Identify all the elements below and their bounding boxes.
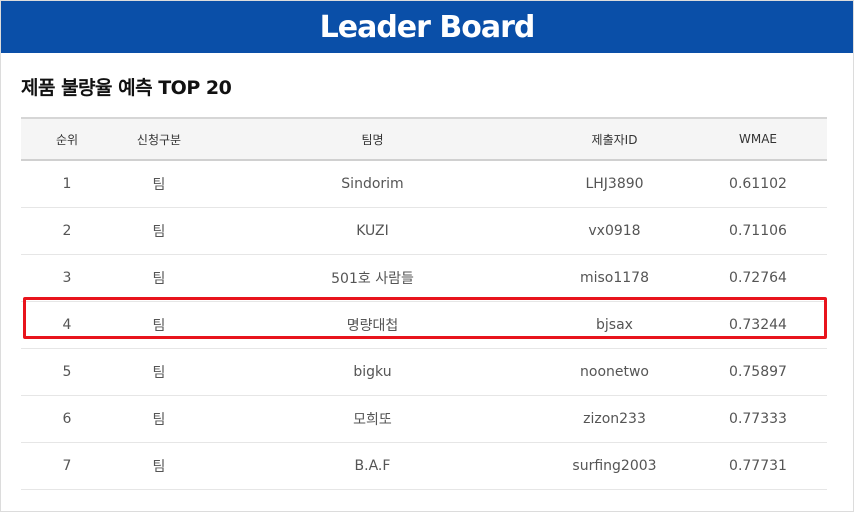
cell-submitter-id: surfing2003: [540, 442, 689, 490]
section-title: 제품 불량율 예측 TOP 20: [21, 77, 232, 99]
column-header-type: 신청구분: [113, 117, 205, 161]
cell-rank: 1: [21, 160, 113, 208]
cell-rank: 6: [21, 395, 113, 443]
cell-type: 팀: [113, 254, 205, 302]
cell-wmae: 0.77731: [689, 442, 827, 490]
cell-rank: 7: [21, 442, 113, 490]
cell-wmae: 0.71106: [689, 207, 827, 255]
cell-type: 팀: [113, 301, 205, 349]
cell-submitter-id: LHJ3890: [540, 160, 689, 208]
cell-team: Sindorim: [205, 160, 540, 208]
cell-team: bigku: [205, 348, 540, 396]
cell-type: 팀: [113, 207, 205, 255]
leaderboard-table-wrap: 순위 신청구분 팀명 제출자ID WMAE 1 팀 Sindorim LHJ38…: [21, 117, 827, 490]
cell-team: KUZI: [205, 207, 540, 255]
table-row-highlighted: 4 팀 명량대첩 bjsax 0.73244: [21, 301, 827, 349]
cell-team: 모희또: [205, 395, 540, 443]
cell-wmae: 0.73244: [689, 301, 827, 349]
cell-type: 팀: [113, 395, 205, 443]
table-row: 6 팀 모희또 zizon233 0.77333: [21, 395, 827, 443]
cell-team: B.A.F: [205, 442, 540, 490]
cell-rank: 4: [21, 301, 113, 349]
table-header-row: 순위 신청구분 팀명 제출자ID WMAE: [21, 117, 827, 161]
column-header-rank: 순위: [21, 117, 113, 161]
cell-submitter-id: miso1178: [540, 254, 689, 302]
cell-rank: 2: [21, 207, 113, 255]
cell-wmae: 0.61102: [689, 160, 827, 208]
cell-submitter-id: vx0918: [540, 207, 689, 255]
cell-wmae: 0.75897: [689, 348, 827, 396]
header-bar: Leader Board: [1, 1, 853, 53]
table-row: 7 팀 B.A.F surfing2003 0.77731: [21, 442, 827, 490]
table-row: 1 팀 Sindorim LHJ3890 0.61102: [21, 160, 827, 208]
cell-wmae: 0.72764: [689, 254, 827, 302]
cell-type: 팀: [113, 160, 205, 208]
leaderboard-table: 순위 신청구분 팀명 제출자ID WMAE 1 팀 Sindorim LHJ38…: [21, 117, 827, 490]
column-header-team: 팀명: [205, 117, 540, 161]
cell-team: 명량대첩: [205, 301, 540, 349]
leaderboard-panel: Leader Board 제품 불량율 예측 TOP 20 순위 신청구분 팀명…: [0, 0, 854, 512]
cell-wmae: 0.77333: [689, 395, 827, 443]
cell-team: 501호 사람들: [205, 254, 540, 302]
cell-submitter-id: zizon233: [540, 395, 689, 443]
cell-rank: 5: [21, 348, 113, 396]
column-header-wmae: WMAE: [689, 117, 827, 161]
table-row: 5 팀 bigku noonetwo 0.75897: [21, 348, 827, 396]
page-title: Leader Board: [319, 9, 536, 45]
cell-type: 팀: [113, 442, 205, 490]
cell-rank: 3: [21, 254, 113, 302]
table-row: 2 팀 KUZI vx0918 0.71106: [21, 207, 827, 255]
cell-submitter-id: noonetwo: [540, 348, 689, 396]
column-header-submitter-id: 제출자ID: [540, 117, 689, 161]
cell-submitter-id: bjsax: [540, 301, 689, 349]
table-row: 3 팀 501호 사람들 miso1178 0.72764: [21, 254, 827, 302]
cell-type: 팀: [113, 348, 205, 396]
